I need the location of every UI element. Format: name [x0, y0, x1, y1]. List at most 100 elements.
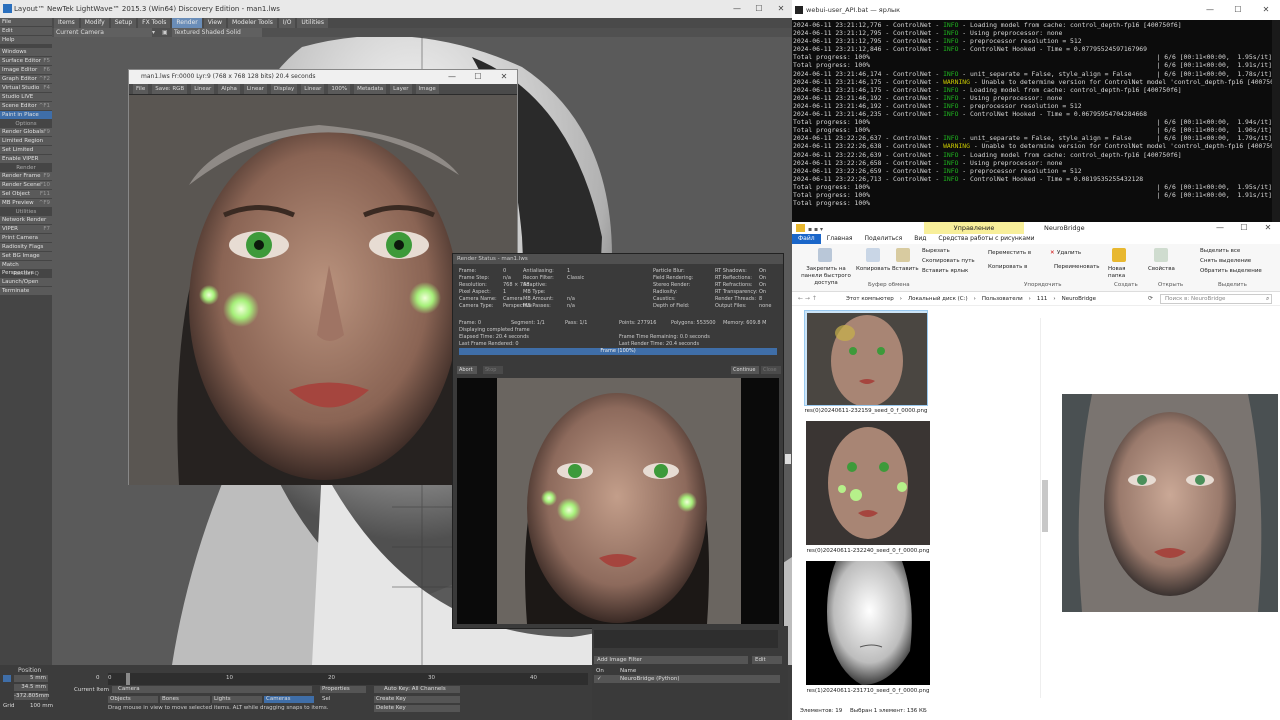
- current-frame[interactable]: 0: [96, 675, 100, 681]
- quick-access-icons[interactable]: ▪ ▪ ▾: [808, 224, 823, 236]
- nav-arrows-icon[interactable]: ← → ↑: [798, 292, 817, 306]
- sidebar-button-print-camera[interactable]: Print Camera: [0, 234, 52, 242]
- abort-button[interactable]: Abort: [457, 366, 477, 374]
- render-toolbar-item[interactable]: Linear: [301, 84, 325, 94]
- timeline-ruler[interactable]: 0 10 20 30 40: [108, 673, 588, 685]
- properties-button[interactable]: Properties: [320, 686, 366, 693]
- sidebar-button-viper[interactable]: VIPER F7: [0, 225, 52, 233]
- check-icon[interactable]: ✓: [597, 675, 602, 683]
- render-toolbar-item[interactable]: 100%: [328, 84, 351, 94]
- maximize-icon[interactable]: ☐: [465, 70, 491, 84]
- menu-tab-modify[interactable]: Modify: [80, 18, 109, 28]
- cameras-button[interactable]: Cameras: [264, 696, 314, 703]
- file-name[interactable]: res(0)20240611-232240_seed_0_f_0000.png: [806, 548, 930, 554]
- sidebar-button-scene-editor[interactable]: Scene Editor ^F1: [0, 102, 52, 110]
- auto-key-toggle[interactable]: Auto Key: All Channels: [374, 686, 460, 693]
- menu-tab-utilities[interactable]: Utilities: [297, 18, 329, 28]
- minimize-icon[interactable]: —: [1208, 222, 1232, 234]
- breadcrumb-item[interactable]: NeuroBridge: [1062, 294, 1096, 304]
- file-tile[interactable]: [806, 421, 930, 545]
- close-icon[interactable]: ✕: [770, 0, 792, 18]
- position-x-field[interactable]: 5 mm: [14, 675, 48, 682]
- sidebar-button-radiosity-flags[interactable]: Radiosity Flags: [0, 243, 52, 251]
- sidebar-button-match-perspective[interactable]: Match Perspective: [0, 261, 52, 276]
- minimize-icon[interactable]: —: [439, 70, 465, 84]
- sidebar-button-launch-open[interactable]: Launch/Open: [0, 278, 52, 286]
- console-scrollbar[interactable]: [1272, 20, 1280, 222]
- render-toolbar-item[interactable]: Linear: [243, 84, 268, 94]
- breadcrumb-item[interactable]: Пользователи: [982, 294, 1023, 304]
- menu-tab-render[interactable]: Render: [172, 18, 202, 28]
- sidebar-button-studio-live[interactable]: Studio LIVE: [0, 93, 52, 101]
- menu-tab-modeler-tools[interactable]: Modeler Tools: [228, 18, 277, 28]
- copy-path-button[interactable]: Скопировать путь: [922, 258, 975, 264]
- sidebar-button-surface-editor[interactable]: Surface Editor F5: [0, 57, 52, 65]
- position-y-field[interactable]: 34.5 mm: [14, 684, 48, 691]
- sidebar-button-windows[interactable]: Windows: [0, 48, 52, 56]
- sidebar-button-network-render[interactable]: Network Render: [0, 216, 52, 224]
- breadcrumb-item[interactable]: Локальный диск (C:): [908, 294, 968, 304]
- maximize-icon[interactable]: ☐: [1224, 0, 1252, 20]
- minimize-icon[interactable]: —: [1196, 0, 1224, 20]
- context-tab-manage[interactable]: Управление: [924, 222, 1024, 234]
- close-button[interactable]: Close: [761, 366, 781, 374]
- copy-button[interactable]: Копировать: [856, 266, 890, 272]
- sidebar-button-paint-in-place[interactable]: Paint in Place: [0, 111, 52, 119]
- sidebar-button-mb-preview[interactable]: MB Preview ^F9: [0, 199, 52, 207]
- paste-shortcut-button[interactable]: Вставить ярлык: [922, 268, 968, 274]
- sidebar-button-limited-region[interactable]: Limited Region: [0, 137, 52, 145]
- explorer-tab[interactable]: Поделиться: [859, 234, 909, 244]
- close-icon[interactable]: ✕: [491, 70, 517, 84]
- sidebar-button-help[interactable]: Help: [0, 36, 52, 44]
- delete-icon[interactable]: ✕: [1050, 250, 1055, 256]
- sidebar-button-graph-editor[interactable]: Graph Editor ^F2: [0, 75, 52, 83]
- close-icon[interactable]: ✕: [1256, 222, 1280, 234]
- file-name[interactable]: res(0)20240611-232159_seed_0_f_0000.png: [804, 408, 928, 414]
- continue-button[interactable]: Continue: [731, 366, 759, 374]
- cut-button[interactable]: Вырезать: [922, 248, 950, 254]
- camera-select[interactable]: Current Camera: [54, 28, 152, 37]
- sidebar-button-set-limited-region[interactable]: Set Limited Region: [0, 146, 52, 161]
- sidebar-button-render-scene[interactable]: Render Scene F10: [0, 181, 52, 189]
- sidebar-button-terminate[interactable]: Terminate: [0, 287, 52, 295]
- select-none-button[interactable]: Снять выделение: [1200, 258, 1251, 264]
- sidebar-button-render-frame[interactable]: Render Frame F9: [0, 172, 52, 180]
- timeline-slider-handle[interactable]: [126, 673, 130, 685]
- search-icon[interactable]: ⌕: [1266, 292, 1269, 306]
- render-toolbar-item[interactable]: File: [133, 84, 149, 94]
- sidebar-button-file[interactable]: File: [0, 18, 52, 26]
- render-toolbar-item[interactable]: Display: [271, 84, 298, 94]
- explorer-tab[interactable]: Средства работы с рисунками: [932, 234, 1040, 244]
- objects-button[interactable]: Objects: [108, 696, 158, 703]
- render-toolbar-item[interactable]: Save: RGB: [152, 84, 188, 94]
- edit-filter-button[interactable]: Edit: [752, 656, 782, 664]
- stop-button[interactable]: Stop: [483, 366, 503, 374]
- create-key-button[interactable]: Create Key: [374, 696, 460, 703]
- chevron-down-icon[interactable]: ▾: [152, 28, 155, 37]
- pin-icon[interactable]: [818, 248, 832, 262]
- copy-icon[interactable]: [866, 248, 880, 262]
- pin-quick-access-button[interactable]: Закрепить на панели быстрого доступа: [796, 266, 856, 287]
- file-tile-selected[interactable]: [804, 310, 928, 406]
- explorer-tab[interactable]: Вид: [908, 234, 932, 244]
- invert-selection-button[interactable]: Обратить выделение: [1200, 268, 1262, 274]
- new-folder-button[interactable]: Новая папка: [1108, 266, 1138, 280]
- minimize-icon[interactable]: —: [726, 0, 748, 18]
- sidebar-button-render-globals[interactable]: Render Globals F9: [0, 128, 52, 136]
- menu-tab-setup[interactable]: Setup: [110, 18, 137, 28]
- sidebar-button-edit[interactable]: Edit: [0, 27, 52, 35]
- delete-button[interactable]: Удалить: [1057, 250, 1081, 256]
- paste-icon[interactable]: [896, 248, 910, 262]
- properties-button[interactable]: Свойства: [1148, 266, 1175, 272]
- select-all-button[interactable]: Выделить все: [1200, 248, 1240, 254]
- console-output[interactable]: 2024-06-11 23:21:12,776 - ControlNet - I…: [792, 20, 1280, 207]
- bones-button[interactable]: Bones: [160, 696, 210, 703]
- breadcrumb-item[interactable]: Этот компьютер: [846, 294, 894, 304]
- sidebar-button-enable-viper[interactable]: Enable VIPER: [0, 155, 52, 163]
- menu-tab-fx-tools[interactable]: FX Tools: [138, 18, 171, 28]
- sidebar-button-image-editor[interactable]: Image Editor F6: [0, 66, 52, 74]
- move-to-button[interactable]: Переместить в: [988, 250, 1031, 256]
- new-folder-icon[interactable]: [1112, 248, 1126, 262]
- filter-row[interactable]: ✓ NeuroBridge (Python): [594, 675, 780, 683]
- scrollbar-thumb[interactable]: [785, 454, 791, 464]
